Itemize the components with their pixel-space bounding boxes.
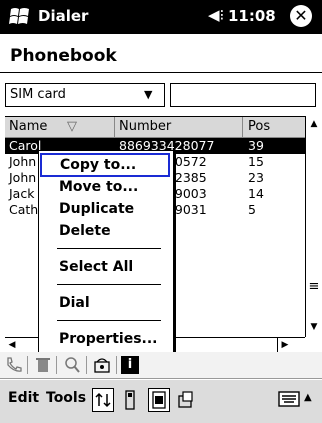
scroll-up-button[interactable]: ▲ [306,116,322,132]
source-dropdown-value: SIM card [10,87,66,102]
delete-icon[interactable] [33,355,53,375]
contact-pos: 23 [248,170,264,185]
menu-item-delete[interactable]: Delete [39,219,173,243]
input-panel-arrow-icon[interactable]: ▲ [304,392,312,403]
menu-separator [57,320,161,321]
menu-tools[interactable]: Tools [46,390,86,406]
menu-item-properties[interactable]: Properties... [39,327,173,351]
menu-item-move-to[interactable]: Move to... [39,175,173,199]
menu-separator [57,248,161,249]
speaker-icon[interactable]: ◀⁝ [208,6,224,24]
contact-pos: 15 [248,154,264,169]
toolbar-separator [27,356,28,374]
column-divider[interactable] [242,117,243,137]
scroll-thumb[interactable]: ≡ [306,279,322,295]
sort-indicator-icon: ▽ [67,119,77,134]
close-icon: ✕ [294,6,308,25]
sort-toggle-icon[interactable] [92,388,114,412]
storage-card-icon[interactable] [176,390,196,410]
toolbar-separator [56,356,57,374]
column-divider[interactable] [114,117,115,137]
menu-item-select-all[interactable]: Select All [39,255,173,279]
contact-name: John [9,170,37,185]
vertical-scrollbar[interactable]: ▲ ≡ ▼ [305,116,322,337]
clock[interactable]: 11:08 [228,7,276,25]
contact-name: Jack [9,186,35,201]
contact-pos: 5 [248,202,256,217]
find-contact-icon[interactable] [62,355,82,375]
toolbar-separator [86,356,87,374]
app-title: Dialer [38,7,89,25]
scroll-down-button[interactable]: ▼ [306,319,322,335]
contact-name: Cath [9,202,39,217]
title-bar: Dialer ◀⁝ 11:08 ✕ [0,0,322,34]
column-header-pos[interactable]: Pos [248,117,270,137]
toolbar: i [0,352,322,379]
contact-pos: 39 [248,138,264,153]
close-button[interactable]: ✕ [290,5,312,27]
contact-name: John [9,154,37,169]
windows-flag-icon[interactable] [8,6,32,28]
divider [0,72,322,73]
phone-icon[interactable] [4,355,24,375]
column-header-number[interactable]: Number [119,117,171,137]
menu-edit[interactable]: Edit [8,390,39,406]
context-menu: Copy to... Move to... Duplicate Delete S… [38,150,174,354]
scroll-left-button[interactable]: ◀ [5,338,19,352]
search-input[interactable] [170,83,316,107]
contact-name: Carol [9,138,42,153]
sim-card-icon[interactable] [148,388,170,412]
mobile-phone-icon[interactable] [122,390,138,410]
menu-item-copy-to[interactable]: Copy to... [40,153,170,177]
source-dropdown[interactable]: SIM card ▼ [5,83,165,107]
menu-item-dial[interactable]: Dial [39,291,173,315]
menu-separator [57,284,161,285]
dial-icon[interactable] [92,355,112,375]
info-icon[interactable]: i [121,356,139,374]
keyboard-icon[interactable] [278,390,300,408]
menu-bar: Edit Tools ▲ [0,379,322,423]
menu-item-duplicate[interactable]: Duplicate [39,197,173,221]
page-title: Phonebook [10,46,117,66]
chevron-down-icon: ▼ [144,88,153,101]
column-header-name[interactable]: Name [9,117,47,137]
scroll-right-button[interactable]: ▶ [277,338,292,352]
list-header: Name ▽ Number Pos [5,116,305,138]
toolbar-separator [116,356,117,374]
contact-pos: 14 [248,186,264,201]
